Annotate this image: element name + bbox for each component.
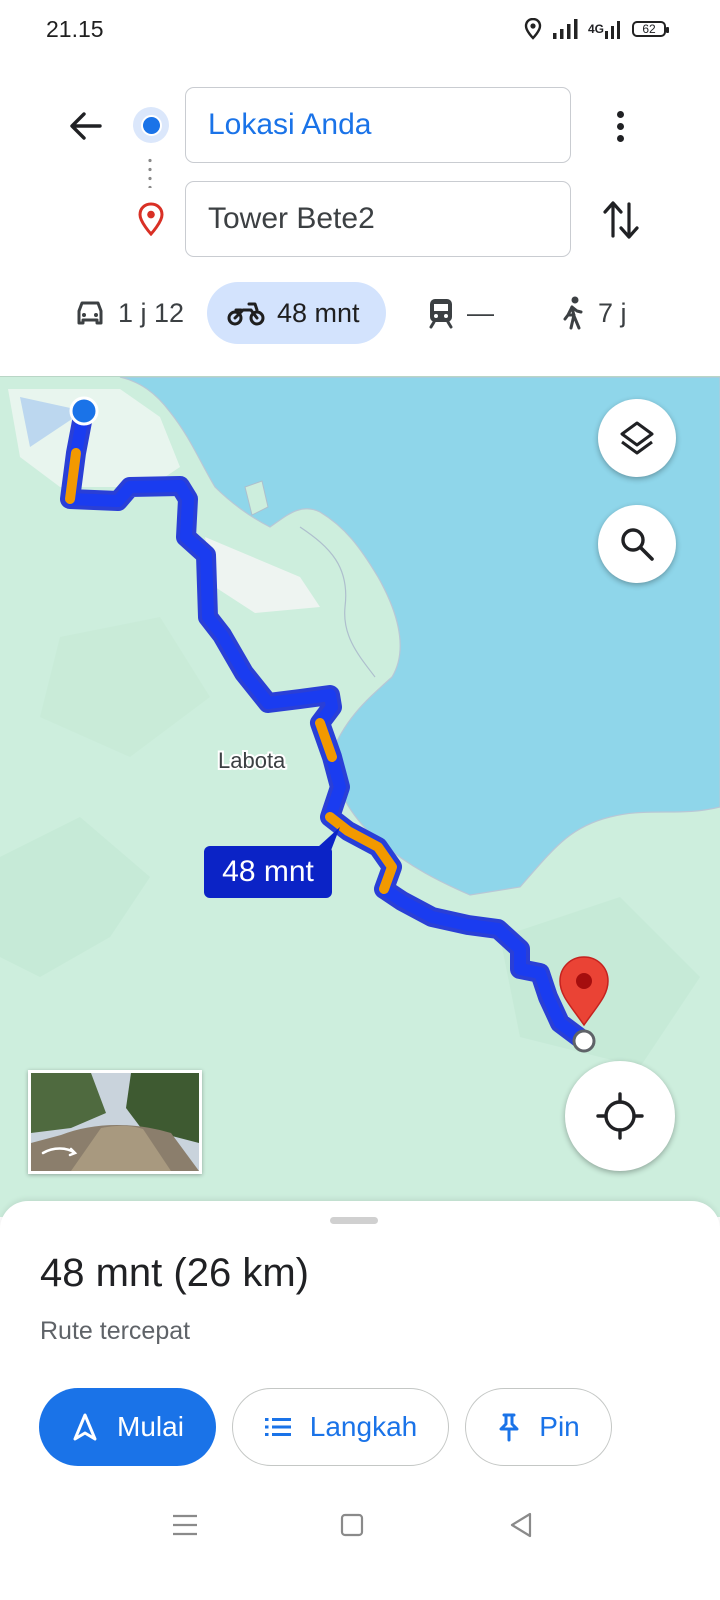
steps-label: Langkah bbox=[309, 1411, 418, 1442]
list-icon bbox=[264, 1418, 291, 1436]
steps-button[interactable]: Langkah bbox=[232, 1388, 449, 1466]
traffic-segment-1 bbox=[65, 448, 81, 504]
mode-walk-label: 7 j bbox=[598, 297, 627, 328]
mode-tab-walk[interactable]: 7 j bbox=[560, 282, 627, 344]
mode-tab-motorcycle[interactable]: 48 mnt bbox=[207, 282, 386, 344]
mode-car-label: 1 j 12 bbox=[118, 297, 185, 328]
menu-icon bbox=[173, 1514, 197, 1536]
my-location-icon bbox=[596, 1092, 644, 1140]
nav-menu-button[interactable] bbox=[172, 1513, 198, 1542]
mode-transit-label: — bbox=[467, 297, 494, 328]
mode-tab-transit[interactable]: — bbox=[427, 282, 494, 344]
status-icons: 4G 62 bbox=[524, 18, 669, 40]
car-icon bbox=[77, 301, 103, 325]
mode-tab-car[interactable]: 1 j 12 bbox=[74, 282, 184, 344]
start-button[interactable]: Mulai bbox=[39, 1388, 216, 1466]
sheet-drag-handle[interactable] bbox=[330, 1217, 378, 1224]
origin-dot-icon bbox=[133, 107, 169, 143]
pin-label: Pin bbox=[539, 1411, 580, 1442]
home-square-icon bbox=[340, 1513, 364, 1537]
street-view-thumbnail[interactable] bbox=[28, 1070, 202, 1174]
more-options-button[interactable] bbox=[600, 104, 640, 148]
motorcycle-icon bbox=[227, 302, 265, 326]
route-duration: 48 mnt bbox=[40, 1251, 163, 1295]
nav-home-button[interactable] bbox=[340, 1513, 364, 1542]
destination-endpoint bbox=[572, 1029, 596, 1053]
more-vert-icon bbox=[616, 110, 624, 142]
navigation-icon bbox=[73, 1413, 97, 1441]
map-urban-area-2 bbox=[205, 537, 320, 613]
back-button[interactable] bbox=[64, 104, 108, 148]
map-terrain-3 bbox=[40, 617, 210, 757]
route-distance: (26 km) bbox=[173, 1251, 309, 1295]
transit-icon bbox=[429, 299, 453, 329]
location-status-icon bbox=[524, 18, 542, 40]
signal-icon bbox=[552, 19, 578, 39]
swap-button[interactable] bbox=[600, 196, 642, 244]
layers-button[interactable] bbox=[598, 399, 676, 477]
system-nav-bar bbox=[0, 1505, 720, 1545]
layers-icon bbox=[620, 421, 654, 455]
map-view[interactable]: Labota 48 mnt bbox=[0, 376, 720, 1217]
start-label: Mulai bbox=[117, 1411, 184, 1442]
origin-input[interactable]: Lokasi Anda bbox=[185, 87, 571, 163]
my-location-button[interactable] bbox=[565, 1061, 675, 1171]
walk-icon bbox=[563, 296, 583, 330]
map-place-label: Labota bbox=[218, 748, 286, 773]
battery-level: 62 bbox=[642, 22, 656, 36]
destination-pin-icon bbox=[136, 202, 166, 241]
street-view-image bbox=[31, 1073, 199, 1171]
signal-4g-icon bbox=[605, 21, 620, 39]
route-description: Rute tercepat bbox=[40, 1317, 191, 1345]
battery-icon: 62 bbox=[632, 21, 669, 37]
route-summary: 48 mnt (26 km) bbox=[40, 1251, 309, 1296]
destination-input[interactable]: Tower Bete2 bbox=[185, 181, 571, 257]
status-time: 21.15 bbox=[46, 16, 104, 42]
route-time-chip[interactable]: 48 mnt bbox=[204, 846, 332, 898]
arrow-back-icon bbox=[70, 112, 102, 140]
back-triangle-icon bbox=[510, 1512, 532, 1538]
search-icon bbox=[621, 528, 654, 561]
origin-marker bbox=[69, 396, 99, 426]
search-along-route-button[interactable] bbox=[598, 505, 676, 583]
mode-motorcycle-label: 48 mnt bbox=[277, 297, 360, 328]
network-indicator: 4G bbox=[588, 19, 622, 39]
pin-button[interactable]: Pin bbox=[465, 1388, 612, 1466]
map-terrain bbox=[0, 817, 150, 977]
pushpin-icon bbox=[499, 1413, 519, 1442]
swap-vert-icon bbox=[603, 201, 639, 239]
network-label: 4G bbox=[587, 22, 604, 36]
nav-back-button[interactable] bbox=[508, 1512, 534, 1543]
route-connector-dots bbox=[148, 156, 152, 188]
